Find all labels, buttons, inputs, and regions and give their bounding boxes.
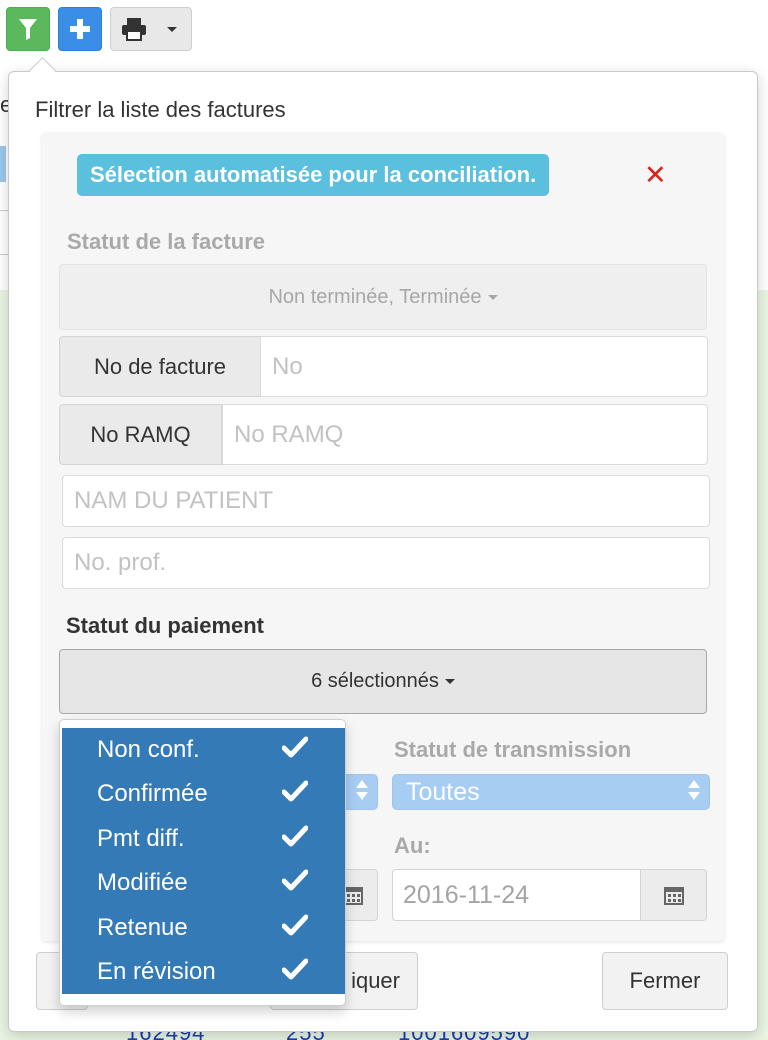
patient-nam-input[interactable]: NAM DU PATIENT: [62, 475, 710, 527]
ramq-addon: No RAMQ: [59, 404, 222, 465]
calendar-icon: [663, 887, 684, 905]
updown-arrows-icon: [356, 780, 368, 800]
invoice-no-input[interactable]: No: [260, 336, 708, 397]
auto-selection-badge: Sélection automatisée pour la conciliati…: [77, 154, 550, 196]
payment-status-menu: Non conf. Confirmée Pmt diff. Modifiée R…: [59, 719, 346, 1006]
updown-arrows-icon: [688, 780, 700, 800]
option-non-conf[interactable]: Non conf.: [62, 728, 345, 772]
ramq-input[interactable]: No RAMQ: [222, 404, 708, 465]
payment-status-options: Non conf. Confirmée Pmt diff. Modifiée R…: [62, 728, 345, 994]
payment-status-dropdown[interactable]: 6 sélectionnés: [59, 649, 707, 714]
option-retenue[interactable]: Retenue: [62, 906, 345, 950]
close-button-label: Fermer: [629, 968, 701, 993]
option-label: En révision: [97, 958, 216, 985]
option-en-revision[interactable]: En révision: [62, 950, 345, 994]
apply-button-label: iquer: [351, 968, 400, 993]
option-modifiee[interactable]: Modifiée: [62, 861, 345, 905]
invoice-status-dropdown: Non terminée, Terminée: [59, 264, 707, 330]
plus-icon: [70, 19, 90, 39]
popover-title: Filtrer la liste des factures: [35, 97, 286, 122]
print-dropdown-button[interactable]: [110, 7, 192, 51]
chevron-down-icon: [444, 679, 455, 684]
checkmark-icon: [282, 736, 308, 758]
option-label: Confirmée: [97, 780, 208, 807]
option-label: Non conf.: [97, 736, 200, 763]
prof-no-input[interactable]: No. prof.: [62, 537, 710, 589]
close-button[interactable]: Fermer: [602, 952, 728, 1010]
option-confirmee[interactable]: Confirmée: [62, 772, 345, 816]
checkmark-icon: [282, 825, 308, 847]
transmission-status-label: Statut de transmission: [394, 737, 632, 762]
date-to-calendar-button[interactable]: [640, 869, 707, 921]
chevron-down-icon: [487, 294, 498, 300]
popover-arrow: [29, 57, 56, 84]
printer-icon: [122, 18, 146, 41]
transmission-status-select[interactable]: Toutes: [392, 774, 710, 810]
invoice-status-label: Statut de la facture: [67, 229, 266, 254]
background-blue-chip: [0, 146, 6, 182]
checkmark-icon: [282, 914, 308, 936]
checkmark-icon: [282, 780, 308, 802]
payment-status-label: Statut du paiement: [66, 613, 265, 638]
invoice-status-value: Non terminée, Terminée: [268, 285, 482, 308]
date-to-label: Au:: [394, 833, 431, 858]
add-button[interactable]: [58, 7, 102, 51]
option-label: Modifiée: [97, 869, 188, 896]
invoice-no-addon: No de facture: [59, 336, 261, 397]
option-pmt-diff[interactable]: Pmt diff.: [62, 817, 345, 861]
option-label: Pmt diff.: [97, 825, 185, 852]
payment-status-value: 6 sélectionnés: [311, 670, 439, 692]
checkmark-icon: [282, 869, 308, 891]
filter-button[interactable]: [6, 7, 50, 51]
transmission-status-value: Toutes: [406, 777, 480, 806]
option-label: Retenue: [97, 914, 188, 941]
checkmark-icon: [282, 958, 308, 980]
filter-icon: [19, 19, 37, 40]
chevron-down-icon: [167, 26, 177, 32]
date-to-input[interactable]: 2016-11-24: [392, 869, 642, 921]
close-icon[interactable]: ✕: [644, 161, 667, 189]
